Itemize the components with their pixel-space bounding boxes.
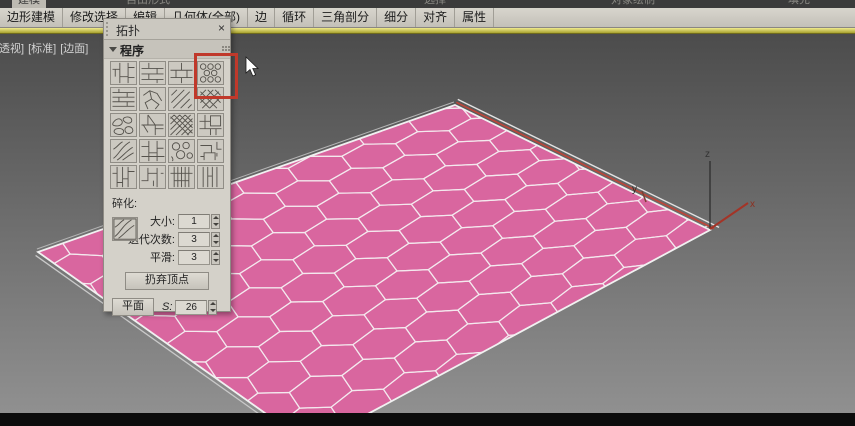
pattern-bricks-large[interactable] bbox=[168, 61, 195, 85]
highlight-annotation-box bbox=[194, 53, 238, 99]
smooth-row: 平滑: 3 bbox=[104, 249, 220, 265]
rollout-title: 程序 bbox=[120, 44, 145, 58]
pattern-mixed-polys[interactable] bbox=[139, 113, 166, 137]
pattern-bricks-small[interactable] bbox=[110, 87, 137, 111]
iterations-field[interactable]: 3 bbox=[178, 231, 210, 247]
s-spinner[interactable] bbox=[208, 299, 218, 315]
axis-label-y: y bbox=[632, 184, 637, 195]
pattern-squares-large[interactable] bbox=[197, 113, 224, 137]
size-field[interactable]: 1 bbox=[178, 213, 210, 229]
topology-panel: 拓扑 × 程序 碎化: 大小: 1 迭代次数: 3 平滑: 3 扔弃顶点 平面 … bbox=[103, 18, 238, 316]
pattern-voronoi[interactable] bbox=[139, 87, 166, 111]
iterations-spinner[interactable] bbox=[211, 231, 220, 247]
pattern-maze[interactable] bbox=[197, 139, 224, 163]
close-icon[interactable]: × bbox=[218, 21, 225, 35]
pattern-stripe-blocks[interactable] bbox=[110, 165, 137, 189]
fracture-pattern-icon[interactable] bbox=[112, 217, 138, 241]
viewport-label-standard[interactable]: [标准] bbox=[28, 43, 56, 55]
plane-button[interactable]: 平面 bbox=[112, 298, 154, 316]
axis-label-z: z bbox=[705, 149, 710, 160]
panel-title-bar[interactable]: 拓扑 × bbox=[104, 19, 230, 40]
viewport-label-perspective[interactable]: [透视] bbox=[0, 43, 24, 55]
pattern-dense-grid[interactable] bbox=[168, 165, 195, 189]
pattern-organic-cells[interactable] bbox=[168, 139, 195, 163]
plane-row: 平面 S: 26 bbox=[112, 298, 222, 316]
pattern-diagonal-curves[interactable] bbox=[110, 139, 137, 163]
pattern-bricks-wide[interactable] bbox=[139, 61, 166, 85]
bottom-black-bar bbox=[0, 413, 855, 426]
panel-grip-icon[interactable] bbox=[106, 22, 111, 36]
smooth-spinner[interactable] bbox=[211, 249, 220, 265]
pattern-skin[interactable] bbox=[110, 61, 137, 85]
viewport-label-edged-faces[interactable]: [边面] bbox=[60, 43, 88, 55]
smooth-field[interactable]: 3 bbox=[178, 249, 210, 265]
viewport-label: [透视] [标准] [边面] bbox=[0, 40, 92, 56]
fracture-section-label: 碎化: bbox=[112, 198, 138, 210]
s-field[interactable]: 26 bbox=[175, 299, 208, 315]
panel-title: 拓扑 bbox=[116, 24, 141, 38]
smooth-label: 平滑: bbox=[149, 252, 175, 264]
application-window: 建模 自由形式 选择 对象绘制 填充 边形建模 修改选择 编辑 几何体(全部) 边循环 三角剖分细… bbox=[0, 0, 855, 426]
rollout-collapse-icon[interactable] bbox=[109, 47, 117, 52]
pattern-rect-grid[interactable] bbox=[139, 139, 166, 163]
pattern-stones[interactable] bbox=[110, 113, 137, 137]
rollout-options-icon[interactable] bbox=[222, 46, 224, 48]
pattern-crosshatch[interactable] bbox=[168, 87, 195, 111]
discard-vertices-button[interactable]: 扔弃顶点 bbox=[125, 272, 209, 290]
pattern-l-shapes[interactable] bbox=[139, 165, 166, 189]
axis-label-x: x bbox=[750, 199, 755, 210]
size-spinner[interactable] bbox=[211, 213, 220, 229]
s-label: S: bbox=[162, 301, 173, 313]
pattern-vertical-stripes[interactable] bbox=[197, 165, 224, 189]
size-label: 大小: bbox=[149, 216, 175, 228]
pattern-checker[interactable] bbox=[168, 113, 195, 137]
